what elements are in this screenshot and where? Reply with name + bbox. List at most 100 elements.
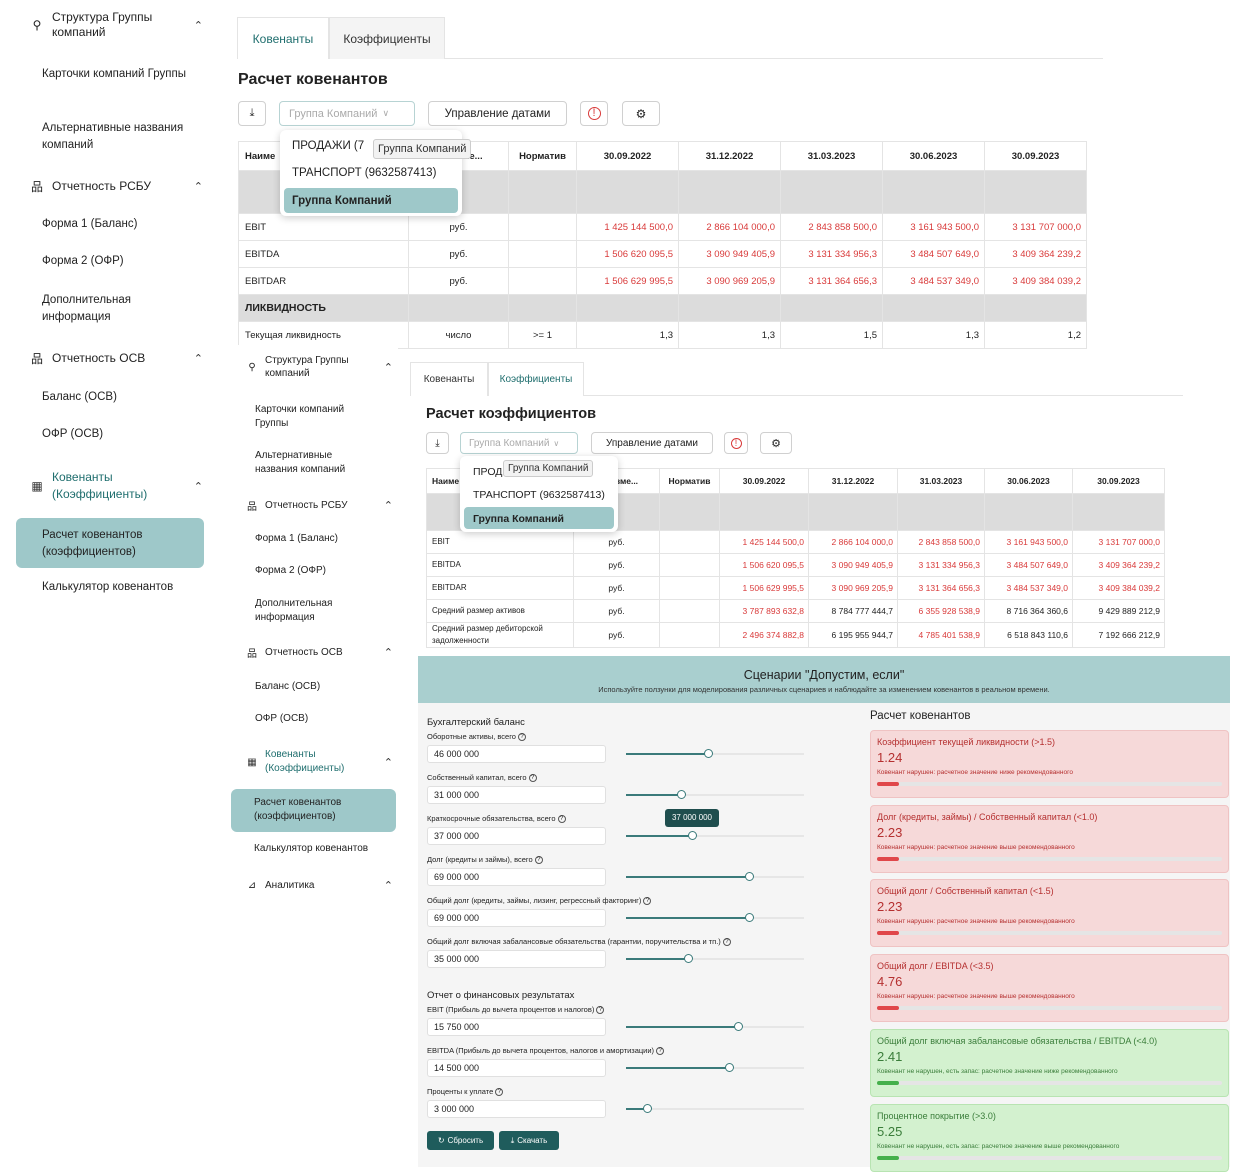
number-input[interactable]: 37 000 000	[427, 827, 606, 845]
number-input[interactable]: 14 500 000	[427, 1059, 606, 1077]
col-header[interactable]: Норматив	[659, 468, 720, 494]
tab-coefficients[interactable]: Коэффициенты	[329, 17, 445, 59]
number-input[interactable]: 46 000 000	[427, 745, 606, 763]
number-input[interactable]: 35 000 000	[427, 950, 606, 968]
slider-handle[interactable]	[684, 954, 693, 963]
sidebar-item-form1[interactable]: Форма 1 (Баланс)	[255, 533, 338, 544]
dropdown-option[interactable]: ТРАНСПОРТ (9632587413)	[292, 167, 436, 179]
sidebar-item-osv[interactable]: 品 Отчетность ОСВ ⌃	[243, 644, 393, 660]
slider[interactable]	[626, 1063, 804, 1072]
col-header[interactable]: 31.12.2022	[808, 468, 898, 494]
sidebar-item-rsbu[interactable]: 品 Отчетность РСБУ ⌃	[243, 497, 393, 513]
dropdown-option[interactable]: ПРОДАЖИ (7	[292, 140, 364, 152]
number-input[interactable]: 69 000 000	[427, 868, 606, 886]
number-input[interactable]: 3 000 000	[427, 1100, 606, 1118]
sidebar-item-covenants[interactable]: ▦ Ковенанты (Коэффициенты) ⌃	[28, 468, 203, 504]
dropdown-option-selected[interactable]: Группа Компаний	[284, 188, 458, 213]
sidebar-item-osv[interactable]: 品 Отчетность ОСВ ⌃	[28, 348, 203, 368]
sidebar-item-company-cards[interactable]: Карточки компаний Группы	[42, 66, 192, 83]
slider-handle[interactable]	[745, 872, 754, 881]
col-header[interactable]: 30.06.2023	[882, 141, 985, 171]
sidebar-item-form2[interactable]: Форма 2 (ОФР)	[42, 255, 124, 267]
tab-coefficients[interactable]: Коэффициенты	[488, 362, 584, 396]
col-header[interactable]: 31.03.2023	[897, 468, 985, 494]
help-icon[interactable]: ?	[518, 733, 527, 742]
chevron-up-icon[interactable]: ⌃	[384, 756, 393, 769]
col-header[interactable]: 30.09.2022	[576, 141, 679, 171]
tab-covenants[interactable]: Ковенанты	[410, 362, 488, 396]
chevron-up-icon[interactable]: ⌃	[384, 879, 393, 892]
sidebar-item-extra-info[interactable]: Дополнительная информация	[255, 597, 365, 625]
slider[interactable]	[626, 749, 804, 758]
slider[interactable]	[626, 790, 804, 799]
download-csv-button[interactable]: ⤓ Скачать	[499, 1131, 559, 1150]
help-icon[interactable]: ?	[656, 1047, 665, 1056]
sidebar-item-covenant-calculator[interactable]: Калькулятор ковенантов	[42, 581, 173, 593]
sidebar-item-group-structure[interactable]: ⚲ Структура Группы компаний ⌃	[28, 8, 203, 42]
slider[interactable]	[626, 913, 804, 922]
warning-button[interactable]: !	[724, 432, 748, 454]
manage-dates-button[interactable]: Управление датами	[428, 101, 567, 126]
sidebar-item-balance-osv[interactable]: Баланс (ОСВ)	[42, 391, 117, 403]
sidebar-item-alt-names[interactable]: Альтернативные названия компаний	[255, 449, 375, 477]
slider[interactable]	[626, 1104, 804, 1113]
slider-handle[interactable]	[677, 790, 686, 799]
dropdown-option[interactable]: ТРАНСПОРТ (9632587413)	[473, 489, 605, 501]
tab-covenants[interactable]: Ковенанты	[237, 17, 329, 59]
sidebar-item-extra-info[interactable]: Дополнительная информация	[42, 292, 172, 326]
reset-button[interactable]: ↻ Сбросить	[427, 1131, 494, 1150]
chevron-up-icon[interactable]: ⌃	[194, 352, 203, 365]
download-button[interactable]: ⤓	[238, 101, 266, 126]
sidebar-item-ofr-osv[interactable]: ОФР (ОСВ)	[255, 713, 308, 724]
slider[interactable]	[626, 831, 804, 840]
sidebar-item-ofr-osv[interactable]: ОФР (ОСВ)	[42, 428, 103, 440]
slider-handle[interactable]	[745, 913, 754, 922]
sidebar-item-group-structure[interactable]: ⚲ Структура Группы компаний ⌃	[243, 353, 393, 381]
sidebar-item-form2[interactable]: Форма 2 (ОФР)	[255, 565, 326, 576]
settings-button[interactable]: ⚙	[622, 101, 660, 126]
manage-dates-button[interactable]: Управление датами	[591, 432, 713, 454]
help-icon[interactable]: ?	[596, 1006, 605, 1015]
col-header[interactable]: 30.09.2023	[1072, 468, 1165, 494]
warning-button[interactable]: !	[580, 101, 608, 126]
col-header[interactable]: 31.12.2022	[678, 141, 781, 171]
chevron-up-icon[interactable]: ⌃	[384, 646, 393, 659]
help-icon[interactable]: ?	[495, 1088, 504, 1097]
slider-handle[interactable]	[688, 831, 697, 840]
slider-handle[interactable]	[734, 1022, 743, 1031]
slider[interactable]	[626, 872, 804, 881]
chevron-up-icon[interactable]: ⌃	[384, 361, 393, 374]
slider-handle[interactable]	[704, 749, 713, 758]
sidebar-item-covenants[interactable]: ▦ Ковенанты (Коэффициенты) ⌃	[243, 747, 393, 777]
sidebar-item-covenant-calculator[interactable]: Калькулятор ковенантов	[254, 843, 368, 854]
number-input[interactable]: 69 000 000	[427, 909, 606, 927]
chevron-up-icon[interactable]: ⌃	[194, 480, 203, 493]
col-header[interactable]: Норматив	[508, 141, 577, 171]
sidebar-item-alt-names[interactable]: Альтернативные названия компаний	[42, 120, 192, 154]
sidebar-item-company-cards[interactable]: Карточки компаний Группы	[255, 403, 375, 431]
slider-handle[interactable]	[643, 1104, 652, 1113]
sidebar-item-analytics[interactable]: ⊿ Аналитика ⌃	[243, 877, 393, 893]
help-icon[interactable]: ?	[528, 774, 537, 783]
help-icon[interactable]: ?	[643, 897, 652, 906]
sidebar-item-balance-osv[interactable]: Баланс (ОСВ)	[255, 681, 320, 692]
dropdown-option-selected[interactable]: Группа Компаний	[464, 507, 614, 529]
settings-button[interactable]: ⚙	[760, 432, 792, 454]
slider[interactable]	[626, 954, 804, 963]
number-input[interactable]: 31 000 000	[427, 786, 606, 804]
sidebar-item-rsbu[interactable]: 品 Отчетность РСБУ ⌃	[28, 176, 203, 196]
number-input[interactable]: 15 750 000	[427, 1018, 606, 1036]
slider-handle[interactable]	[725, 1063, 734, 1072]
col-header[interactable]: 30.06.2023	[984, 468, 1073, 494]
sidebar-item-form1[interactable]: Форма 1 (Баланс)	[42, 218, 137, 230]
chevron-up-icon[interactable]: ⌃	[384, 499, 393, 512]
help-icon[interactable]: ?	[534, 856, 543, 865]
company-select[interactable]: Группа Компаний ∨	[460, 432, 578, 454]
col-header[interactable]: 30.09.2022	[719, 468, 809, 494]
help-icon[interactable]: ?	[722, 938, 731, 947]
sidebar-item-covenant-calc[interactable]: Расчет ковенантов (коэффициентов)	[231, 789, 396, 832]
slider[interactable]	[626, 1022, 804, 1031]
download-button[interactable]: ⤓	[426, 432, 449, 454]
chevron-up-icon[interactable]: ⌃	[194, 180, 203, 193]
chevron-up-icon[interactable]: ⌃	[194, 19, 203, 32]
